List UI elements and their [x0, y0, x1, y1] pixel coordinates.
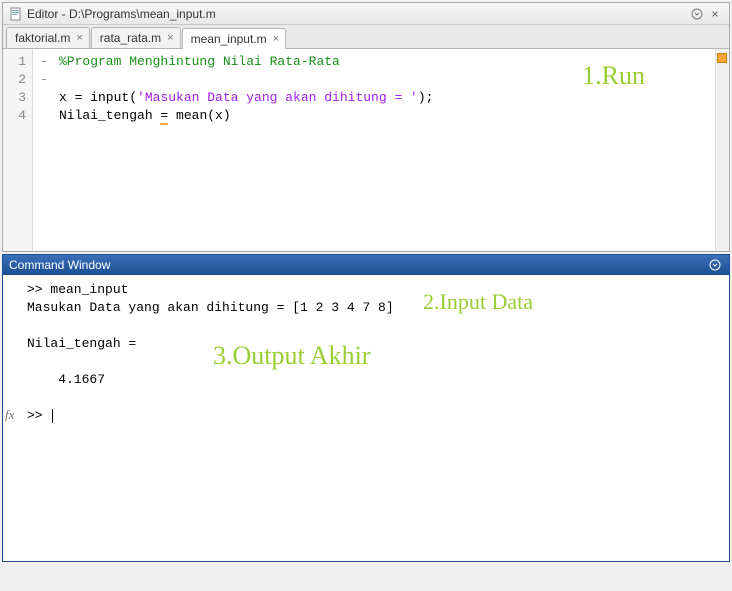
annotation-input: 2.Input Data — [423, 293, 533, 311]
editor-close-button[interactable]: × — [707, 6, 723, 22]
tab-label: mean_input.m — [191, 32, 267, 46]
line-number: 1 — [5, 53, 26, 71]
code-text: x = input( — [59, 90, 137, 105]
command-window-titlebar: Command Window — [3, 255, 729, 275]
command-window-title: Command Window — [9, 258, 110, 272]
fx-gutter[interactable]: fx — [3, 275, 23, 561]
annotation-run: 1.Run — [582, 67, 645, 85]
editor-tabbar: faktorial.m × rata_rata.m × mean_input.m… — [3, 25, 729, 49]
overview-ruler[interactable] — [715, 49, 729, 251]
tab-mean-input[interactable]: mean_input.m × — [182, 28, 286, 49]
code-string: 'Masukan Data yang akan dihitung = ' — [137, 90, 418, 105]
line-number: 2 — [5, 71, 26, 89]
editor-panel: Editor - D:\Programs\mean_input.m × fakt… — [2, 2, 730, 252]
code-text: ); — [418, 90, 434, 105]
command-output[interactable]: >> mean_input Masukan Data yang akan dih… — [23, 275, 729, 561]
editor-titlebar: Editor - D:\Programs\mean_input.m × — [3, 3, 729, 25]
tab-label: faktorial.m — [15, 31, 70, 45]
tab-close-icon[interactable]: × — [167, 32, 173, 44]
code-comment: %Program Menghintung Nilai Rata-Rata — [59, 54, 340, 69]
tab-rata-rata[interactable]: rata_rata.m × — [91, 27, 181, 48]
editor-body: 1 2 3 4 - - %Program Menghintung Nilai R… — [3, 49, 729, 251]
tab-close-icon[interactable]: × — [76, 32, 82, 44]
line-number: 3 — [5, 89, 26, 107]
tab-label: rata_rata.m — [100, 31, 161, 45]
command-window-panel: Command Window fx >> mean_input Masukan … — [2, 254, 730, 562]
editor-dropdown-icon[interactable] — [689, 6, 705, 22]
annotation-output: 3.Output Akhir — [213, 347, 370, 365]
breakpoint-column[interactable]: - - — [33, 49, 55, 251]
break-marker: - — [35, 53, 53, 71]
fx-icon[interactable]: fx — [5, 407, 14, 423]
break-marker: - — [35, 71, 53, 89]
editor-title: Editor - D:\Programs\mean_input.m — [27, 7, 216, 21]
command-window-body: fx >> mean_input Masukan Data yang akan … — [3, 275, 729, 561]
line-number-gutter: 1 2 3 4 — [3, 49, 33, 251]
tab-faktorial[interactable]: faktorial.m × — [6, 27, 90, 48]
warning-indicator-icon[interactable] — [717, 53, 727, 63]
tab-close-icon[interactable]: × — [273, 33, 279, 45]
code-text: mean(x) — [168, 108, 230, 123]
code-text: Nilai_tengah — [59, 108, 160, 123]
editor-file-icon — [9, 7, 23, 21]
cursor-icon — [52, 409, 53, 423]
line-number: 4 — [5, 107, 26, 125]
code-area[interactable]: %Program Menghintung Nilai Rata-Rata x =… — [55, 49, 715, 251]
command-window-dropdown-icon[interactable] — [707, 257, 723, 273]
